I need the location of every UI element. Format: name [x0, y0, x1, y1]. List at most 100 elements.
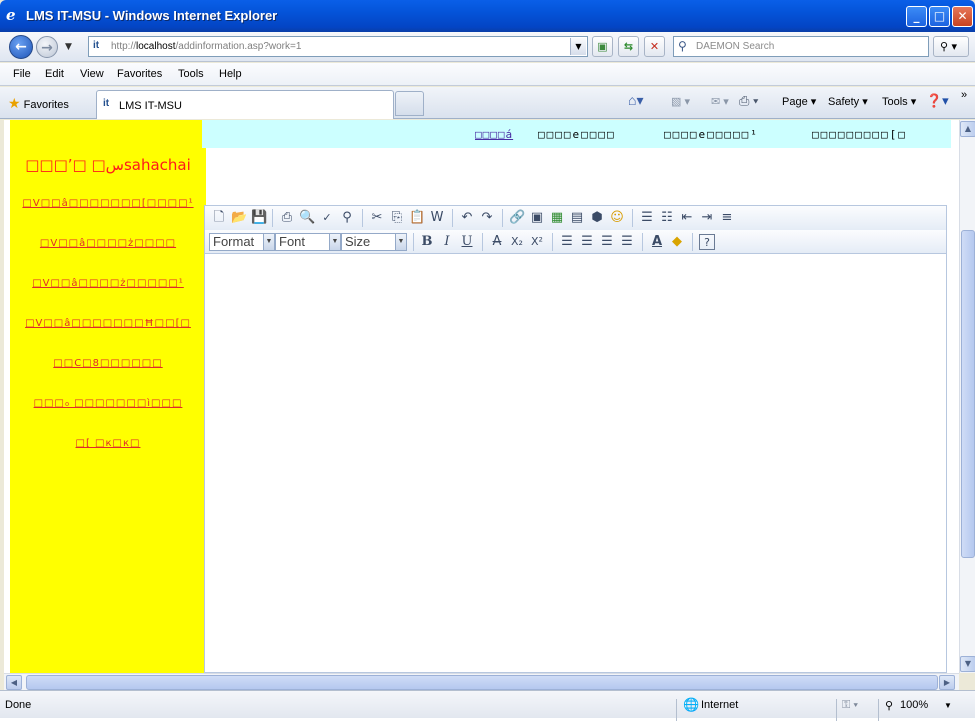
home-icon[interactable]: ⌂▾ [628, 92, 643, 109]
menu-view[interactable]: View [80, 68, 104, 80]
top-nav-link-4[interactable]: □□□□□□□□□[□ [812, 128, 907, 141]
new-page-icon[interactable]: 🗋 [211, 210, 227, 226]
open-icon[interactable]: 📂 [231, 210, 247, 226]
search-button[interactable]: ⚲ ▾ [933, 36, 969, 57]
back-button[interactable]: ← [9, 35, 33, 59]
link-icon[interactable]: 🔗 [509, 210, 525, 226]
align-right-icon[interactable]: ☰ [599, 234, 615, 250]
bulleted-list-icon[interactable]: ☷ [659, 210, 675, 226]
security-zone[interactable]: Internet [701, 699, 738, 711]
table-icon[interactable]: ▤ [569, 210, 585, 226]
underline-icon[interactable]: U [459, 234, 475, 250]
horizontal-scroll-thumb[interactable] [26, 675, 938, 690]
size-select[interactable]: Size ▼ [341, 233, 407, 251]
forward-button[interactable]: → [36, 36, 58, 58]
menu-tools[interactable]: Tools [178, 68, 204, 80]
special-char-icon[interactable]: ⬢ [589, 210, 605, 226]
tools-menu[interactable]: Tools ▾ [882, 95, 916, 108]
editor-content-area[interactable] [205, 255, 946, 672]
indent-icon[interactable]: ⇥ [699, 210, 715, 226]
sidebar-link-6[interactable]: □□□₀ □□□□□□□ì□□□ [10, 398, 206, 409]
print-icon[interactable]: ⎙ ▾ [739, 93, 758, 109]
strikethrough-icon[interactable]: A [489, 234, 505, 250]
browser-window: e LMS IT-MSU - Windows Internet Explorer… [0, 0, 975, 721]
search-field[interactable]: ⚲ DAEMON Search [673, 36, 929, 57]
paste-icon[interactable]: 📋 [409, 210, 425, 226]
align-center-icon[interactable]: ☰ [579, 234, 595, 250]
subscript-icon[interactable]: X₂ [509, 234, 525, 250]
chevron-more-icon[interactable]: » [961, 89, 967, 101]
smiley-icon[interactable]: ☺ [609, 210, 625, 226]
scroll-right-icon[interactable]: ▶ [939, 675, 955, 690]
bold-icon[interactable]: B [419, 234, 435, 250]
address-bar[interactable]: it http://localhost/addinformation.asp?w… [88, 36, 588, 57]
page-menu[interactable]: Page ▾ [782, 95, 816, 108]
preview-icon[interactable]: 🔍 [299, 210, 315, 226]
safety-menu[interactable]: Safety ▾ [828, 95, 868, 108]
favorites-button[interactable]: ★ Favorites [8, 95, 69, 112]
stop-icon[interactable]: ✕ [644, 36, 665, 57]
sort-icon[interactable]: ≡ [719, 210, 735, 226]
text-color-icon[interactable]: A [649, 234, 665, 250]
sidebar-link-4[interactable]: □V□□â□□□□□□□Ħ□□[□ [10, 318, 206, 329]
align-left-icon[interactable]: ☰ [559, 234, 575, 250]
tab-lms-it-msu[interactable]: it LMS IT-MSU [96, 90, 394, 119]
toolbar-separator [362, 209, 363, 227]
sidebar-link-5[interactable]: □□C□8□□□□□□ [10, 358, 206, 369]
menu-favorites[interactable]: Favorites [117, 68, 162, 80]
mail-icon[interactable]: ✉ ▾ [711, 95, 729, 108]
paste-word-icon[interactable]: W [429, 210, 445, 226]
redo-icon[interactable]: ↷ [479, 210, 495, 226]
help-icon[interactable]: ❓▾ [926, 93, 949, 109]
align-justify-icon[interactable]: ☰ [619, 234, 635, 250]
italic-icon[interactable]: I [439, 234, 455, 250]
numbered-list-icon[interactable]: ☰ [639, 210, 655, 226]
vertical-scroll-thumb[interactable] [961, 230, 975, 558]
toolbar-separator [692, 233, 693, 251]
image-icon[interactable]: ▦ [549, 210, 565, 226]
sidebar-link-3[interactable]: □V□□â□□□□ż□□□□□¹ [10, 278, 206, 289]
minimize-button[interactable]: _ [906, 6, 927, 27]
find-icon[interactable]: ⚲ [339, 210, 355, 226]
close-button[interactable]: ✕ [952, 6, 973, 27]
cut-icon[interactable]: ✂ [369, 210, 385, 226]
top-nav-link-1[interactable]: □□□□á [475, 128, 513, 141]
undo-icon[interactable]: ↶ [459, 210, 475, 226]
background-color-icon[interactable]: ◆ [669, 234, 685, 250]
maximize-button[interactable]: □ [929, 6, 950, 27]
spellcheck-icon[interactable]: ✓ [319, 210, 335, 226]
copy-icon[interactable]: ⎘ [389, 210, 405, 226]
outdent-icon[interactable]: ⇤ [679, 210, 695, 226]
sidebar-link-2[interactable]: □V□□â□□□□ż□□□□ [10, 238, 206, 249]
print-icon[interactable]: ⎙ [279, 210, 295, 226]
window-title: LMS IT-MSU - Windows Internet Explorer [26, 8, 278, 23]
scroll-down-icon[interactable]: ▼ [960, 656, 975, 672]
vertical-scrollbar[interactable]: ▲ ▼ [959, 120, 975, 673]
compatibility-view-icon[interactable]: ▣ [592, 36, 613, 57]
top-nav-link-3[interactable]: □□□□e□□□□□¹ [664, 128, 759, 141]
scroll-up-icon[interactable]: ▲ [960, 121, 975, 137]
zoom-dropdown-icon[interactable]: ▼ [944, 701, 952, 710]
top-nav-link-2[interactable]: □□□□e□□□□ [538, 128, 616, 141]
horizontal-scrollbar[interactable]: ◀ ▶ [4, 673, 959, 690]
url-text[interactable]: http://localhost/addinformation.asp?work… [111, 41, 301, 52]
sidebar-link-1[interactable]: □V□□â□□□□□□□[□□□□¹ [10, 198, 206, 209]
recent-pages-dropdown-icon[interactable]: ▼ [65, 42, 72, 52]
protected-mode-icon[interactable]: ⚿ ▾ [842, 699, 858, 712]
menu-help[interactable]: Help [219, 68, 242, 80]
sidebar-link-logout[interactable]: □[ □к□к□ [10, 438, 206, 449]
help-about-icon[interactable]: ? [699, 234, 715, 250]
save-icon[interactable]: 💾 [251, 210, 267, 226]
flash-icon[interactable]: ▣ [529, 210, 545, 226]
feeds-icon[interactable]: ▧ ▾ [671, 95, 690, 108]
superscript-icon[interactable]: X² [529, 234, 545, 250]
new-tab-button[interactable] [395, 91, 424, 116]
menu-file[interactable]: File [13, 68, 31, 80]
format-select[interactable]: Format ▼ [209, 233, 275, 251]
font-select[interactable]: Font ▼ [275, 233, 341, 251]
menu-edit[interactable]: Edit [45, 68, 64, 80]
scroll-left-icon[interactable]: ◀ [6, 675, 22, 690]
address-dropdown-icon[interactable]: ▼ [570, 38, 586, 55]
zoom-level[interactable]: 100% [900, 699, 928, 711]
refresh-icon[interactable]: ⇆ [618, 36, 639, 57]
